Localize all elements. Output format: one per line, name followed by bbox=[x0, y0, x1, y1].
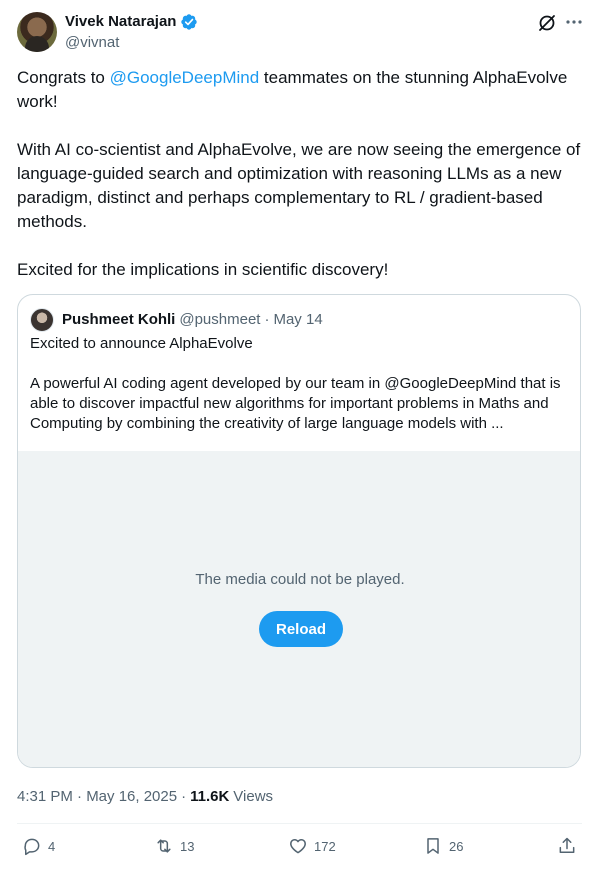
reply-count: 4 bbox=[48, 838, 56, 854]
tweet-paragraph-2: With AI co-scientist and AlphaEvolve, we… bbox=[17, 140, 585, 231]
media-player[interactable]: The media could not be played. Reload bbox=[18, 451, 580, 767]
repost-count: 13 bbox=[180, 838, 195, 854]
quoted-author-handle: @pushmeet bbox=[179, 311, 261, 328]
share-icon bbox=[559, 837, 575, 853]
meta-separator: · bbox=[181, 788, 187, 805]
tweet-text-prefix: Congrats to bbox=[17, 68, 110, 87]
grok-icon[interactable] bbox=[537, 13, 557, 33]
reply-icon bbox=[24, 838, 40, 856]
action-bar: 4 13 172 26 bbox=[0, 836, 599, 860]
views-count: 11.6K bbox=[190, 788, 230, 805]
share-button[interactable] bbox=[557, 836, 577, 856]
reload-button[interactable]: Reload bbox=[259, 611, 343, 647]
repost-button[interactable]: 13 bbox=[154, 836, 194, 856]
author-handle[interactable]: @vivnat bbox=[65, 33, 119, 53]
like-button[interactable]: 172 bbox=[288, 836, 336, 856]
timestamp[interactable]: 4:31 PM · May 16, 2025 bbox=[17, 787, 177, 807]
quoted-date: May 14 bbox=[273, 311, 323, 328]
more-options-icon[interactable] bbox=[565, 12, 583, 32]
repost-icon bbox=[157, 839, 171, 853]
divider bbox=[17, 823, 582, 824]
reply-button[interactable]: 4 bbox=[22, 836, 55, 856]
tweet-metadata: 4:31 PM · May 16, 2025 · 11.6K Views bbox=[17, 787, 273, 807]
quoted-separator: · bbox=[264, 311, 270, 328]
like-count: 172 bbox=[314, 838, 336, 854]
tweet-text: Congrats to @GoogleDeepMind teammates on… bbox=[17, 66, 587, 282]
views-label: Views bbox=[233, 788, 274, 805]
quoted-tweet[interactable]: Pushmeet Kohli @pushmeet · May 14 Excite… bbox=[17, 294, 581, 768]
quoted-tweet-text: Excited to announce AlphaEvolve A powerf… bbox=[30, 335, 561, 432]
quoted-author-avatar bbox=[30, 308, 54, 332]
bookmark-icon bbox=[427, 838, 439, 854]
quoted-author-name: Pushmeet Kohli bbox=[62, 311, 176, 328]
tweet-paragraph-3: Excited for the implications in scientif… bbox=[17, 260, 389, 279]
author-avatar[interactable] bbox=[17, 12, 57, 52]
media-error-message: The media could not be played. bbox=[195, 571, 405, 588]
author-name-row[interactable]: Vivek Natarajan bbox=[65, 12, 198, 32]
author-name[interactable]: Vivek Natarajan bbox=[65, 12, 176, 32]
heart-icon bbox=[290, 839, 306, 854]
bookmark-button[interactable]: 26 bbox=[423, 836, 463, 856]
quoted-tweet-header: Pushmeet Kohli @pushmeet · May 14 bbox=[30, 308, 323, 332]
verified-badge-icon bbox=[181, 14, 198, 30]
bookmark-count: 26 bbox=[449, 838, 464, 854]
tweet-mention-link[interactable]: @GoogleDeepMind bbox=[110, 68, 260, 87]
